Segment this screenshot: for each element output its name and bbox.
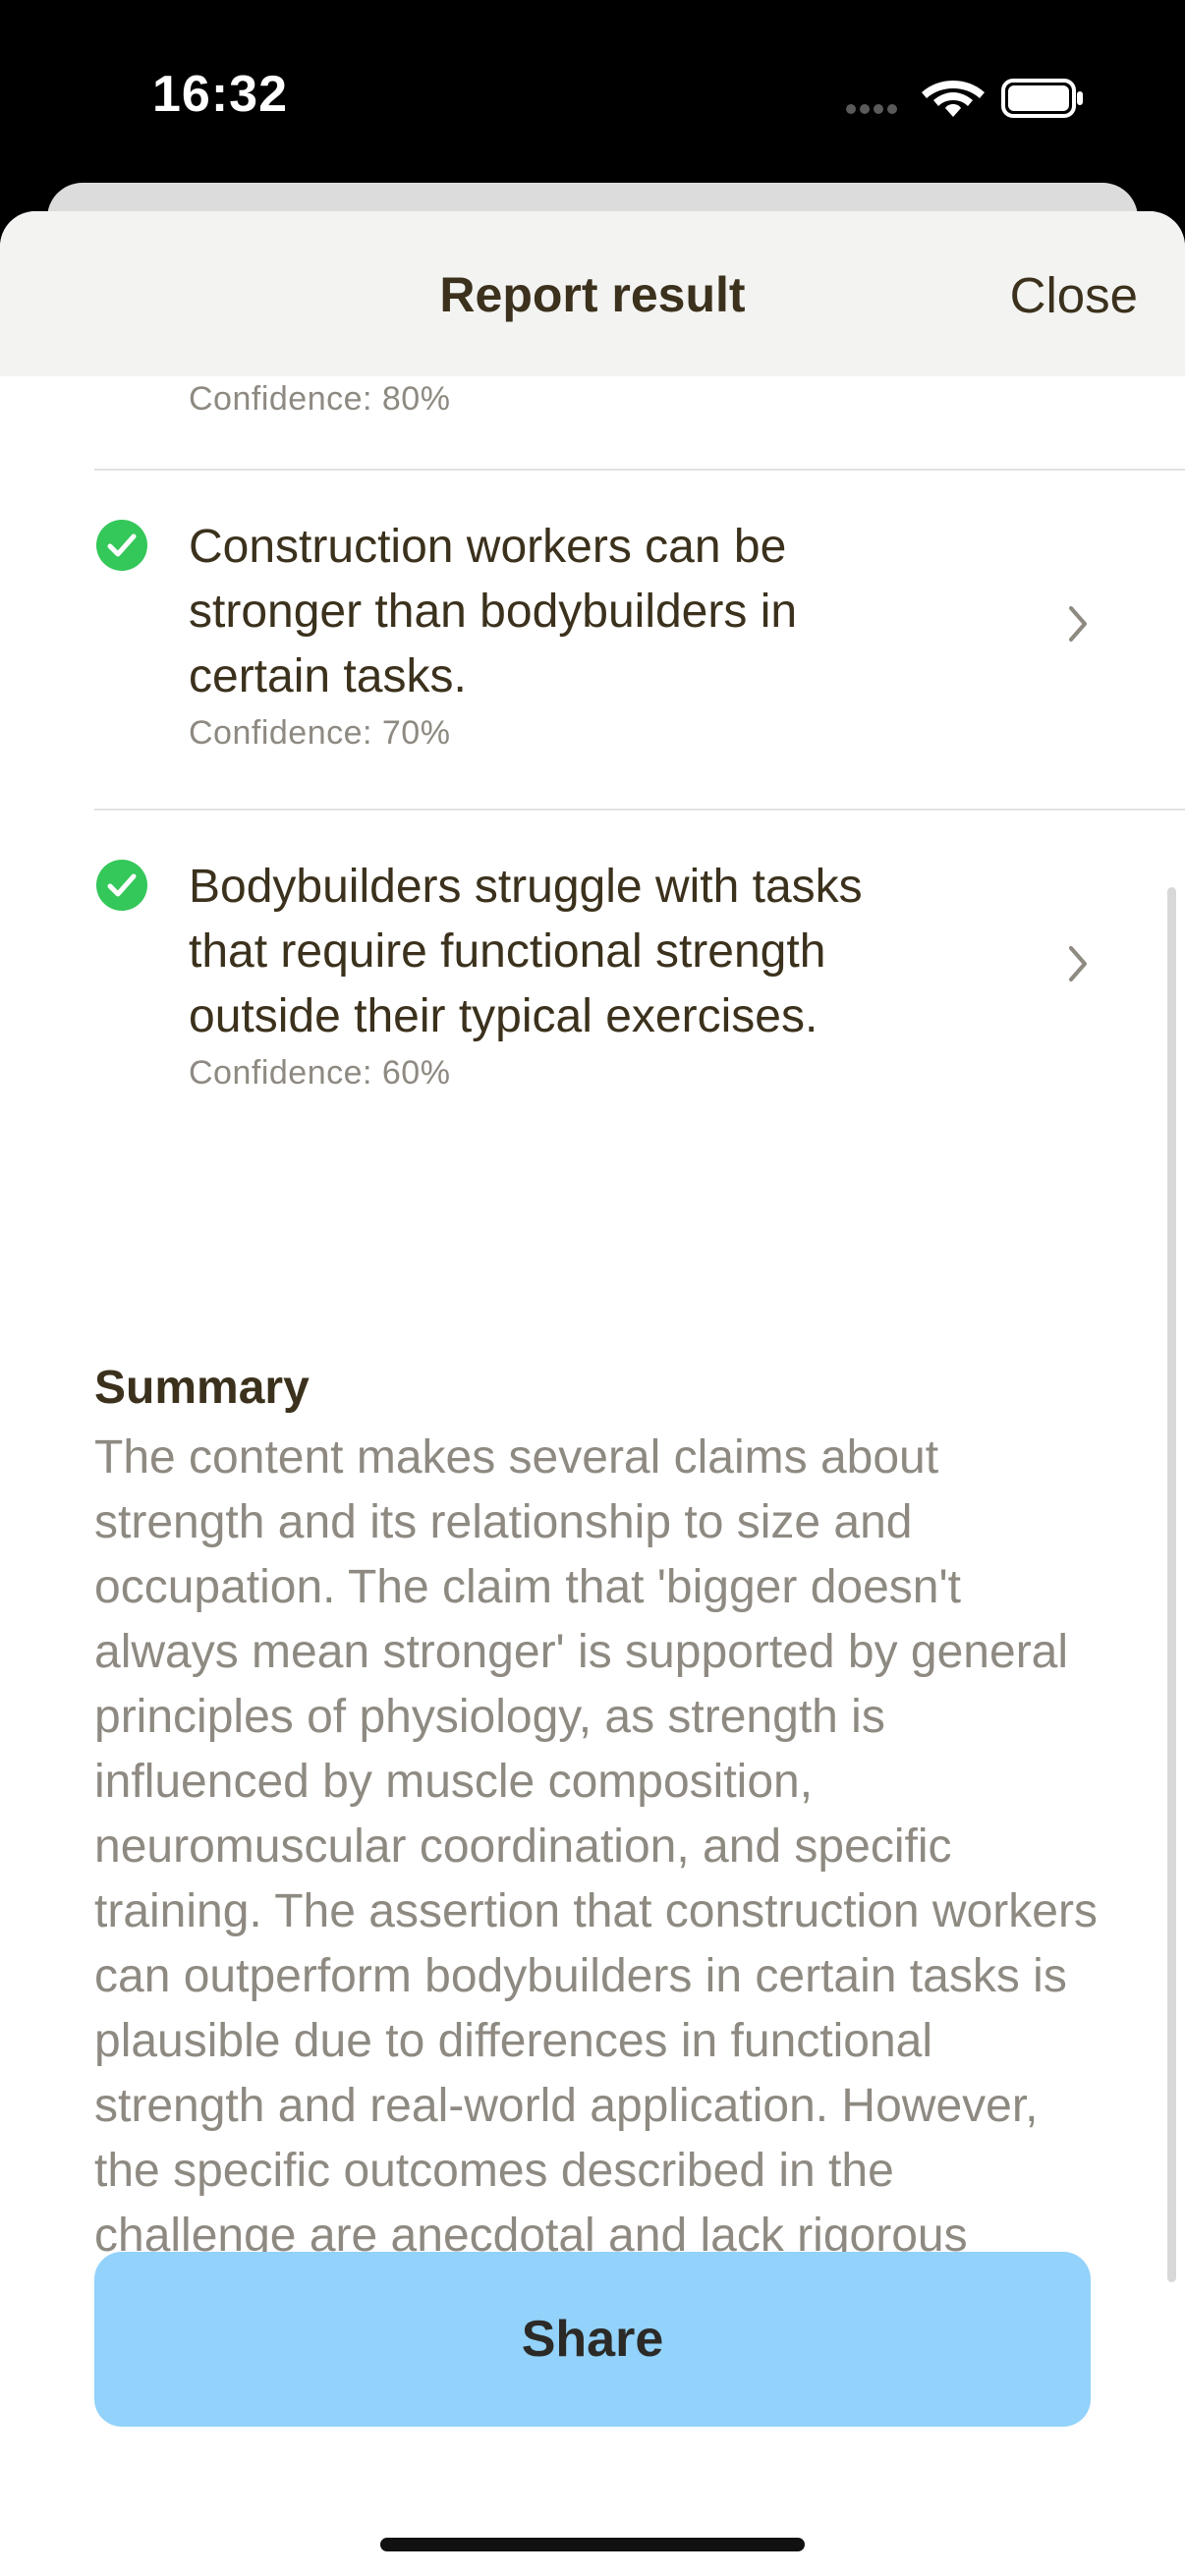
share-button-label: Share <box>521 2311 664 2368</box>
checkmark-circle-icon <box>96 520 147 571</box>
claim-confidence: Confidence: 80% <box>189 380 451 418</box>
wifi-icon <box>922 81 985 117</box>
status-icons <box>846 79 1083 118</box>
home-indicator[interactable] <box>380 2538 805 2551</box>
signal-dots-icon <box>846 104 897 114</box>
checkmark-circle-icon <box>96 860 147 911</box>
claim-confidence: Confidence: 70% <box>189 714 451 752</box>
summary-text: The content makes several claims about s… <box>94 1431 1098 2326</box>
status-time: 16:32 <box>152 66 288 123</box>
scroll-content[interactable]: Confidence: 80% Construction workers can… <box>0 376 1185 2576</box>
claim-text: Construction workers can be stronger tha… <box>189 521 798 702</box>
battery-icon <box>1001 79 1083 118</box>
chevron-right-icon <box>1069 606 1087 642</box>
nav-bar: Report result Close <box>0 211 1185 376</box>
report-result-sheet: Report result Close Confidence: 80% Cons… <box>0 211 1185 2576</box>
close-button[interactable]: Close <box>1010 266 1138 324</box>
summary-title: Summary <box>94 1362 310 1414</box>
share-button[interactable]: Share <box>94 2252 1091 2427</box>
claim-row[interactable]: Construction workers can be stronger tha… <box>0 471 1185 805</box>
claim-confidence: Confidence: 60% <box>189 1054 451 1092</box>
scroll-indicator[interactable] <box>1167 887 1176 2282</box>
claim-text: Bodybuilders struggle with tasks that re… <box>189 861 863 1042</box>
nav-title: Report result <box>439 267 746 322</box>
claim-row[interactable]: Bodybuilders struggle with tasks that re… <box>0 811 1185 1145</box>
chevron-right-icon <box>1069 946 1087 981</box>
status-bar: 16:32 <box>0 0 1185 187</box>
